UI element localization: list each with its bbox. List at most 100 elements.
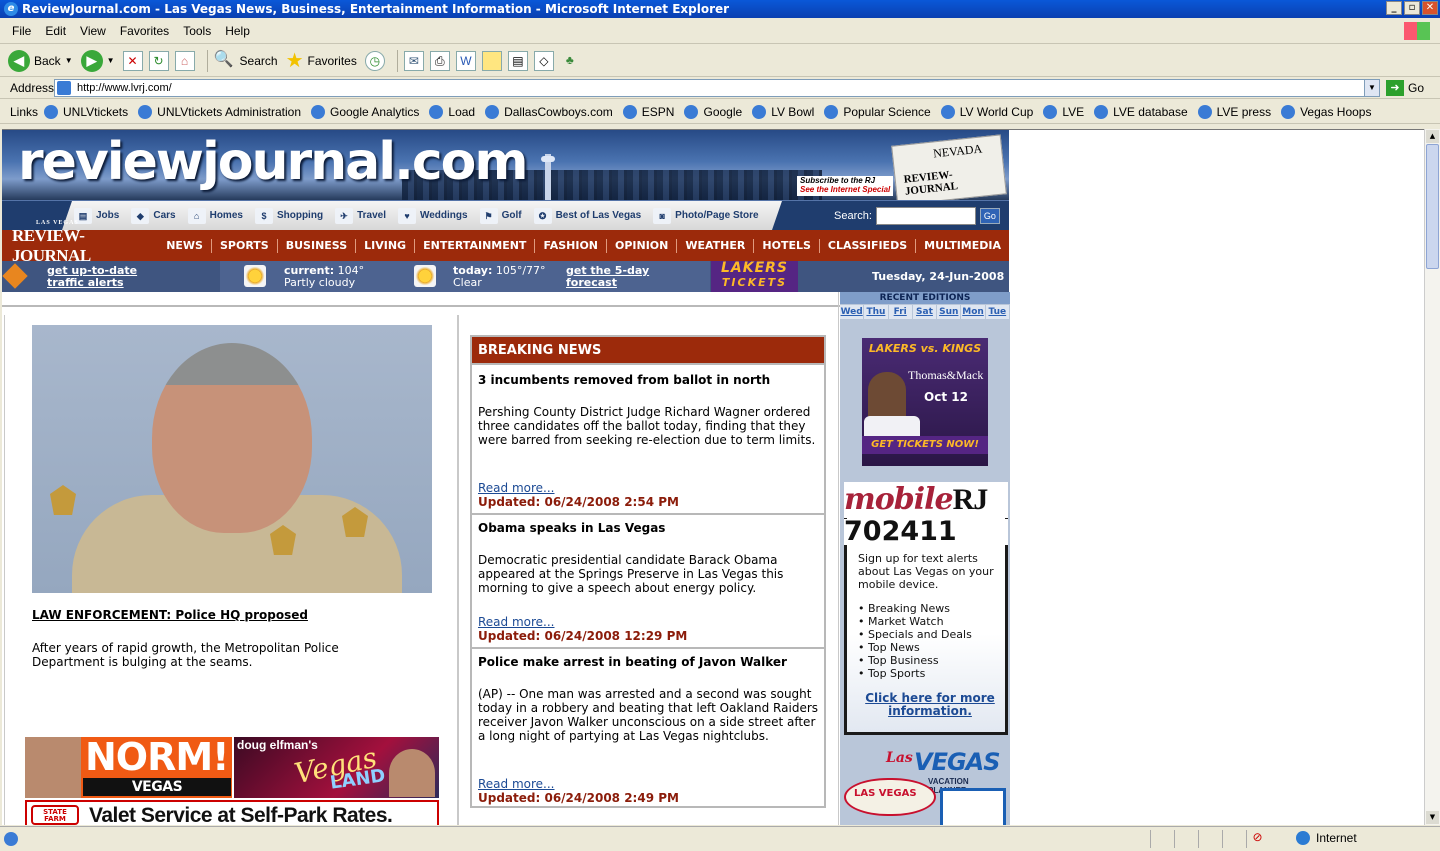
mail-icon[interactable]: ✉: [403, 50, 424, 71]
util-homes[interactable]: ⌂ Homes: [188, 208, 243, 224]
edition-sat[interactable]: Sat: [912, 305, 937, 319]
link-popular-science[interactable]: Popular Science: [824, 104, 931, 119]
link-lv-bowl[interactable]: LV Bowl: [752, 104, 814, 119]
news-title[interactable]: 3 incumbents removed from ballot in nort…: [478, 373, 818, 387]
nav-classifieds[interactable]: CLASSIFIEDS: [820, 238, 917, 253]
read-more-link[interactable]: Read more...: [478, 481, 555, 495]
util-travel[interactable]: ✈ Travel: [335, 208, 386, 224]
menu-edit[interactable]: Edit: [45, 24, 66, 38]
edition-sun[interactable]: Sun: [937, 305, 961, 319]
site-logo[interactable]: reviewjournal.com: [18, 132, 529, 192]
back-button[interactable]: ◀ Back ▼: [8, 49, 73, 72]
lakers-tickets-ad[interactable]: LAKERS TICKETS: [711, 261, 798, 292]
mobile-more-info-link[interactable]: Click here for more information.: [860, 692, 1000, 718]
go-button[interactable]: ➜ Go: [1386, 80, 1424, 96]
edition-tue[interactable]: Tue: [985, 305, 1009, 319]
forward-dropdown-icon[interactable]: ▼: [107, 56, 115, 65]
back-dropdown-icon[interactable]: ▼: [65, 56, 73, 65]
nav-opinion[interactable]: OPINION: [607, 238, 678, 253]
menu-view[interactable]: View: [80, 24, 106, 38]
print-icon[interactable]: ⎙: [429, 50, 450, 71]
link-vegas-hoops[interactable]: Vegas Hoops: [1281, 104, 1371, 119]
lead-story-photo[interactable]: [32, 325, 432, 593]
forecast-link[interactable]: get the 5-day forecast: [566, 265, 686, 289]
minimize-button[interactable]: _: [1386, 1, 1402, 15]
link-google[interactable]: Google: [684, 104, 742, 119]
vegas-land-ad[interactable]: doug elfman's Vegas LAND: [234, 737, 439, 798]
subscribe-link[interactable]: Subscribe to the RJ See the Internet Spe…: [797, 176, 893, 196]
close-button[interactable]: ✕: [1422, 1, 1438, 15]
util-weddings[interactable]: ♥ Weddings: [398, 208, 468, 224]
address-dropdown-icon[interactable]: ▼: [1364, 80, 1379, 96]
edition-thu[interactable]: Thu: [864, 305, 888, 319]
nav-entertainment[interactable]: ENTERTAINMENT: [415, 238, 536, 253]
link-lve-database[interactable]: LVE database: [1094, 104, 1188, 119]
menu-file[interactable]: File: [12, 24, 31, 38]
newspaper-image[interactable]: NEVADA REVIEW-JOURNAL: [891, 134, 1007, 200]
notes-icon[interactable]: [481, 50, 502, 71]
messenger-icon[interactable]: ♣: [560, 51, 580, 71]
maximize-button[interactable]: ▫: [1404, 1, 1420, 15]
favorites-button[interactable]: ★ Favorites: [286, 48, 357, 73]
vegas-vacation-planner-ad[interactable]: Las VEGAS VACATION PLANNER LAS VEGAS: [844, 748, 1008, 825]
link-unlvtickets[interactable]: UNLVtickets: [44, 104, 128, 119]
address-input[interactable]: http://www.lvrj.com/ ▼: [54, 79, 1380, 97]
link-lv-world-cup[interactable]: LV World Cup: [940, 104, 1033, 119]
vertical-scrollbar[interactable]: ▲ ▼: [1424, 129, 1440, 825]
menu-tools[interactable]: Tools: [183, 24, 211, 38]
menu-help[interactable]: Help: [225, 24, 250, 38]
util-cars[interactable]: ◆ Cars: [131, 208, 175, 224]
traffic-alerts-link[interactable]: get up-to-date traffic alerts: [47, 265, 167, 289]
lead-headline-link[interactable]: LAW ENFORCEMENT: Police HQ proposed: [32, 608, 308, 622]
nav-sports[interactable]: SPORTS: [212, 238, 278, 253]
status-panel: [1150, 830, 1172, 848]
edit-word-icon[interactable]: W: [455, 50, 476, 71]
nav-hotels[interactable]: HOTELS: [754, 238, 820, 253]
valet-service-ad[interactable]: STATE FARM Valet Service at Self-Park Ra…: [25, 800, 439, 825]
util-shopping[interactable]: $ Shopping: [255, 208, 323, 224]
link-lve[interactable]: LVE: [1043, 104, 1084, 119]
norm-vegas-confidential-ad[interactable]: NORM! VEGAS CONFIDENTIAL: [25, 737, 232, 798]
link-unlvtickets-admin[interactable]: UNLVtickets Administration: [138, 104, 301, 119]
link-dallascowboys[interactable]: DallasCowboys.com: [485, 104, 613, 119]
util-best-of-las-vegas[interactable]: ✪ Best of Las Vegas: [534, 208, 642, 224]
refresh-icon[interactable]: ↻: [148, 50, 169, 71]
menu-favorites[interactable]: Favorites: [120, 24, 169, 38]
edition-wed[interactable]: Wed: [840, 305, 864, 319]
news-title[interactable]: Obama speaks in Las Vegas: [478, 521, 818, 535]
site-search-go-button[interactable]: Go: [979, 208, 1000, 224]
read-more-link[interactable]: Read more...: [478, 615, 555, 629]
research-icon[interactable]: ▤: [507, 50, 528, 71]
nav-fashion[interactable]: FASHION: [535, 238, 607, 253]
history-icon[interactable]: ◷: [364, 50, 385, 71]
site-search-input[interactable]: [875, 207, 976, 225]
scroll-down-icon[interactable]: ▼: [1426, 811, 1439, 824]
util-jobs[interactable]: ▤ Jobs: [74, 208, 119, 224]
util-photo-page-store[interactable]: ◙ Photo/Page Store: [653, 208, 758, 224]
link-espn[interactable]: ESPN: [622, 104, 674, 119]
lakers-vs-kings-ad[interactable]: LAKERS vs. KINGS Thomas&Mack Oct 12 GET …: [862, 338, 988, 466]
news-body: Pershing County District Judge Richard W…: [478, 405, 816, 447]
link-google-analytics[interactable]: Google Analytics: [311, 104, 419, 119]
forward-button[interactable]: ▶ ▼: [80, 49, 115, 72]
nav-business[interactable]: BUSINESS: [278, 238, 357, 253]
util-golf[interactable]: ⚑ Golf: [480, 208, 522, 224]
edition-fri[interactable]: Fri: [888, 305, 912, 319]
home-icon[interactable]: ⌂: [174, 50, 195, 71]
search-button[interactable]: 🔍 Search: [214, 51, 278, 71]
link-lve-press[interactable]: LVE press: [1197, 104, 1271, 119]
scroll-up-icon[interactable]: ▲: [1426, 130, 1439, 143]
nav-multimedia[interactable]: MULTIMEDIA: [916, 239, 1009, 253]
rj-brand-logo[interactable]: LAS VEGAS REVIEW-JOURNAL: [12, 220, 142, 266]
nav-news[interactable]: NEWS: [158, 238, 212, 253]
link-load[interactable]: Load: [429, 104, 475, 119]
news-title[interactable]: Police make arrest in beating of Javon W…: [478, 655, 818, 669]
edition-mon[interactable]: Mon: [961, 305, 985, 319]
nav-living[interactable]: LIVING: [356, 238, 416, 253]
nav-weather[interactable]: WEATHER: [677, 238, 755, 253]
popup-blocked-icon[interactable]: ⊘: [1246, 830, 1268, 848]
scroll-thumb[interactable]: [1426, 144, 1439, 269]
fullscreen-icon[interactable]: ◇: [533, 50, 554, 71]
read-more-link[interactable]: Read more...: [478, 777, 555, 791]
stop-icon[interactable]: ✕: [122, 50, 143, 71]
